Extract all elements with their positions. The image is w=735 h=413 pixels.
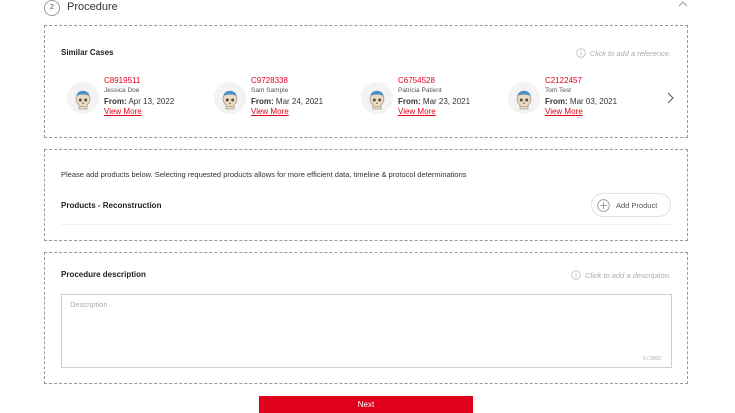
plus-circle-icon	[597, 198, 610, 212]
case-date-value: Apr 13, 2022	[128, 97, 175, 106]
chevron-right-icon[interactable]	[666, 92, 674, 104]
case-date-value: Mar 23, 2021	[422, 97, 471, 106]
add-product-label: Add Product	[616, 200, 658, 210]
skull-avatar-icon	[361, 82, 393, 114]
case-card[interactable]: C2122457 Tom Test From: Mar 03, 2021 Vie…	[508, 76, 648, 120]
case-from-label: From:	[545, 97, 568, 106]
case-from-label: From:	[251, 97, 274, 106]
case-date: From: Apr 13, 2022	[104, 97, 174, 106]
info-circle-icon	[576, 48, 586, 58]
add-description-hint[interactable]: Click to add a description.	[571, 270, 671, 280]
case-date: From: Mar 23, 2021	[398, 97, 470, 106]
procedure-description-title: Procedure description	[61, 270, 146, 279]
case-from-label: From:	[104, 97, 127, 106]
similar-cases-panel: Similar Cases Click to add a reference. …	[44, 25, 688, 138]
products-panel: Please add products below. Selecting req…	[44, 149, 688, 241]
case-patient-name: Patricia Patient	[398, 87, 442, 94]
skull-avatar-icon	[214, 82, 246, 114]
procedure-description-panel: Procedure description Click to add a des…	[44, 252, 688, 384]
case-id: C9728338	[251, 76, 288, 85]
products-instruction: Please add products below. Selecting req…	[61, 170, 467, 179]
add-product-button[interactable]: Add Product	[591, 193, 671, 217]
case-date: From: Mar 03, 2021	[545, 97, 617, 106]
case-card[interactable]: C6754528 Patricia Patient From: Mar 23, …	[361, 76, 501, 120]
case-id: C6754528	[398, 76, 435, 85]
step-header[interactable]: 2 Procedure	[44, 0, 692, 16]
add-reference-hint-text: Click to add a reference.	[589, 48, 671, 58]
view-more-link[interactable]: View More	[398, 107, 436, 116]
info-circle-icon	[571, 270, 581, 280]
view-more-link[interactable]: View More	[545, 107, 583, 116]
case-date-value: Mar 24, 2021	[275, 97, 324, 106]
view-more-link[interactable]: View More	[104, 107, 142, 116]
add-reference-hint[interactable]: Click to add a reference.	[576, 48, 671, 58]
case-patient-name: Sam Sample	[251, 87, 289, 94]
case-from-label: From:	[398, 97, 421, 106]
similar-cases-title: Similar Cases	[61, 48, 114, 57]
case-card[interactable]: C9728338 Sam Sample From: Mar 24, 2021 V…	[214, 76, 354, 120]
case-id: C8919511	[104, 76, 141, 85]
case-card[interactable]: C8919511 Jessica Doe From: Apr 13, 2022 …	[67, 76, 207, 120]
step-title: Procedure	[67, 1, 118, 13]
similar-cases-list: C8919511 Jessica Doe From: Apr 13, 2022 …	[67, 76, 657, 120]
character-counter: 0 / 2000	[642, 356, 661, 362]
products-divider	[61, 224, 671, 225]
view-more-link[interactable]: View More	[251, 107, 289, 116]
case-date-value: Mar 03, 2021	[569, 97, 618, 106]
add-description-hint-text: Click to add a description.	[585, 270, 671, 280]
case-patient-name: Jessica Doe	[104, 87, 140, 94]
case-date: From: Mar 24, 2021	[251, 97, 323, 106]
chevron-up-icon[interactable]	[678, 0, 688, 8]
description-textarea[interactable]: Description 0 / 2000	[61, 294, 672, 368]
products-title: Products - Reconstruction	[61, 201, 162, 210]
case-id: C2122457	[545, 76, 582, 85]
skull-avatar-icon	[508, 82, 540, 114]
next-button[interactable]: Next	[259, 396, 473, 413]
description-placeholder: Description	[70, 300, 108, 309]
skull-avatar-icon	[67, 82, 99, 114]
step-number-badge: 2	[44, 0, 60, 16]
case-patient-name: Tom Test	[545, 87, 571, 94]
